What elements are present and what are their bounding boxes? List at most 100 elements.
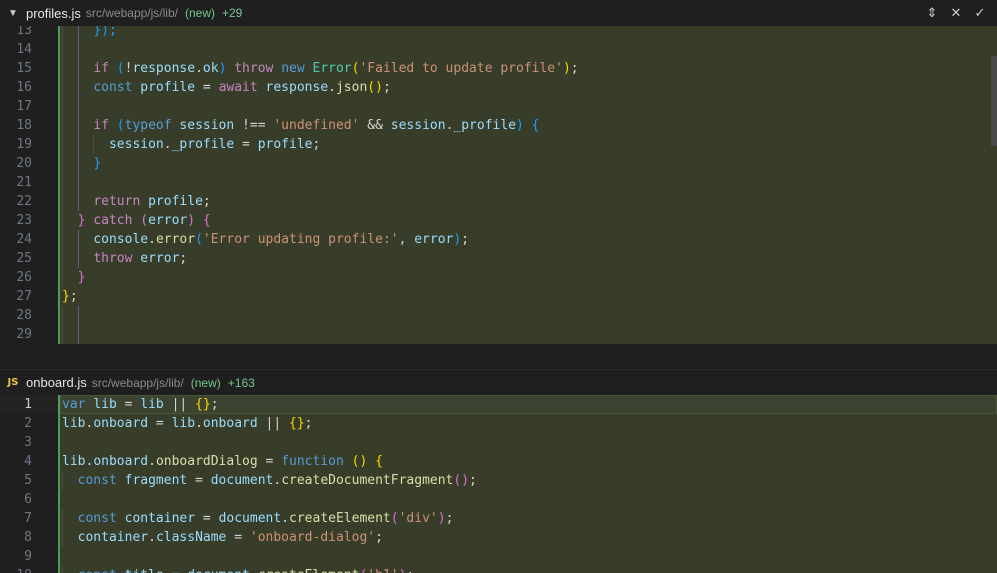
indent-guide — [77, 40, 79, 59]
code-token: catch — [93, 213, 133, 228]
code-editor-onboard[interactable]: 1 var lib = lib || {}; 2 lib.onboard = lib.… — [0, 395, 997, 573]
added-line-marker — [58, 287, 60, 306]
code-token: ( — [390, 511, 399, 526]
code-token: error — [148, 213, 188, 228]
code-line[interactable]: 7 const container = document.createEleme… — [0, 509, 997, 528]
code-token: ) — [187, 213, 196, 228]
code-line[interactable]: 14 — [0, 40, 997, 59]
code-text: lib.onboard.onboardDialog = function () … — [62, 452, 383, 471]
toggle-icon[interactable]: ⇕ — [925, 6, 939, 21]
code-editor-profiles[interactable]: 13 }); 14 15 if (!response.ok) throw new E… — [0, 26, 997, 354]
line-number: 5 — [24, 473, 32, 488]
line-number: 6 — [24, 492, 32, 507]
added-line-marker — [58, 249, 60, 268]
file-header-profiles[interactable]: ▼ profiles.js src/webapp/js/lib/ (new) +… — [0, 0, 997, 26]
file-separator — [0, 354, 997, 369]
code-text: } — [62, 268, 86, 287]
code-line[interactable]: 13 }); — [0, 26, 997, 40]
javascript-file-icon: JS — [7, 377, 19, 388]
code-token: }); — [93, 26, 117, 38]
code-token: . — [163, 137, 172, 152]
added-line-background — [60, 306, 997, 325]
added-line-marker — [58, 395, 60, 414]
line-gutter: 7 — [0, 509, 60, 528]
code-line[interactable]: 15 if (!response.ok) throw new Error('Fa… — [0, 59, 997, 78]
line-gutter: 2 — [0, 414, 60, 433]
code-line[interactable]: 1 var lib = lib || {}; — [0, 395, 997, 414]
scrollbar[interactable] — [991, 26, 997, 354]
code-line[interactable]: 24 console.error('Error updating profile… — [0, 230, 997, 249]
code-token: const — [77, 511, 117, 526]
added-line-marker — [58, 452, 60, 471]
line-gutter: 13 — [0, 26, 60, 40]
code-token: ; — [461, 232, 470, 247]
code-line[interactable]: 4 lib.onboard.onboardDialog = function ()… — [0, 452, 997, 471]
code-token: createElement — [258, 568, 360, 573]
close-icon[interactable]: ✕ — [949, 6, 963, 21]
line-number: 28 — [16, 308, 32, 323]
file-path: src/webapp/js/lib/ — [85, 6, 178, 20]
code-token: ( — [108, 61, 125, 76]
file-name[interactable]: onboard.js — [26, 375, 87, 390]
code-line[interactable]: 23 } catch (error) { — [0, 211, 997, 230]
scrollbar-thumb[interactable] — [991, 56, 997, 146]
code-line[interactable]: 26 } — [0, 268, 997, 287]
line-gutter: 16 — [0, 78, 60, 97]
code-line[interactable]: 27}; — [0, 287, 997, 306]
line-number: 16 — [16, 80, 32, 95]
line-gutter: 14 — [0, 40, 60, 59]
code-token: response — [265, 80, 329, 95]
code-line[interactable]: 10 const title = document.createElement(… — [0, 566, 997, 573]
lines-added-count: +163 — [227, 375, 255, 390]
code-token: = — [195, 511, 219, 526]
code-token: ( — [195, 232, 203, 247]
code-token: 'div' — [398, 511, 438, 526]
file-name[interactable]: profiles.js — [26, 6, 81, 21]
code-token: } — [62, 289, 70, 304]
line-gutter: 5 — [0, 471, 60, 490]
added-line-background — [60, 325, 997, 344]
code-line[interactable]: 18 if (typeof session !== 'undefined' &&… — [0, 116, 997, 135]
code-token: . — [195, 61, 203, 76]
code-line[interactable]: 20 } — [0, 154, 997, 173]
code-line[interactable]: 9 — [0, 547, 997, 566]
code-token: () — [367, 80, 383, 95]
code-line[interactable]: 17 — [0, 97, 997, 116]
code-line[interactable]: 5 const fragment = document.createDocume… — [0, 471, 997, 490]
indent-guide — [77, 97, 79, 116]
added-line-marker — [58, 135, 60, 154]
line-number: 9 — [24, 549, 32, 564]
code-token: ; — [570, 61, 579, 76]
code-token: = — [226, 530, 250, 545]
code-token: ; — [406, 568, 414, 573]
line-gutter: 18 — [0, 116, 60, 135]
code-line[interactable]: 21 — [0, 173, 997, 192]
code-line[interactable]: 25 throw error; — [0, 249, 997, 268]
line-gutter: 10 — [0, 566, 60, 573]
line-gutter: 27 — [0, 287, 60, 306]
added-line-background — [60, 40, 997, 59]
code-token: { — [375, 454, 383, 469]
added-line-marker — [58, 490, 60, 509]
code-line[interactable]: 3 — [0, 433, 997, 452]
code-line[interactable]: 29 — [0, 325, 997, 344]
code-line[interactable]: 19 session._profile = profile; — [0, 135, 997, 154]
code-line[interactable]: 8 container.className = 'onboard-dialog'… — [0, 528, 997, 547]
code-line[interactable]: 6 — [0, 490, 997, 509]
code-line[interactable]: 28 — [0, 306, 997, 325]
code-token: session — [179, 118, 235, 133]
code-token: ok — [202, 61, 219, 76]
file-header-onboard[interactable]: JS onboard.js src/webapp/js/lib/ (new) +… — [0, 369, 997, 395]
code-line[interactable]: 2 lib.onboard = lib.onboard || {}; — [0, 414, 997, 433]
header-actions: ⇕ ✕ ✓ — [925, 0, 987, 26]
check-icon[interactable]: ✓ — [973, 6, 987, 21]
chevron-down-icon[interactable]: ▼ — [0, 8, 26, 19]
code-token: || — [257, 416, 290, 431]
code-token: if — [93, 61, 109, 76]
code-line[interactable]: 22 return profile; — [0, 192, 997, 211]
code-line[interactable]: 16 const profile = await response.json()… — [0, 78, 997, 97]
added-line-background — [60, 249, 997, 268]
